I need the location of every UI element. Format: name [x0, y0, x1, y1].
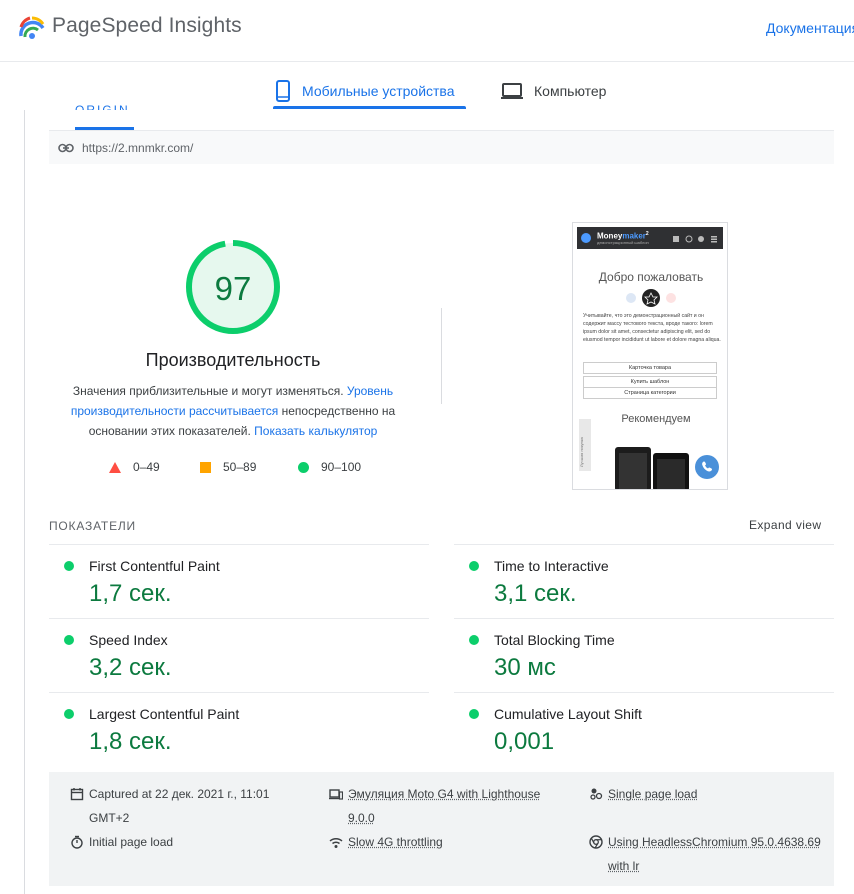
thumbnail-feature-icons [626, 289, 676, 307]
active-tab-indicator [273, 106, 466, 109]
metric-value: 30 мс [494, 654, 556, 681]
wifi-icon [329, 837, 343, 848]
captured-at: Captured at 22 дек. 2021 г., 11:01 GMT+2 [70, 782, 290, 830]
chrome-icon [589, 835, 603, 849]
thumbnail-button-category: Страница категории [583, 387, 717, 399]
performance-score-value: 97 [214, 270, 252, 307]
tab-desktop[interactable]: Компьютер [500, 72, 606, 110]
runtime-settings-panel: Captured at 22 дек. 2021 г., 11:01 GMT+2… [49, 772, 834, 886]
laptop-icon [501, 83, 523, 99]
calendar-icon [70, 788, 84, 801]
app-title: PageSpeed Insights [52, 14, 242, 37]
thumbnail-body-text: Учитывайте, что это демонстрационный сай… [583, 313, 721, 343]
tab-mobile-label: Мобильные устройства [302, 83, 455, 99]
expand-view-button[interactable]: Expand view [749, 518, 821, 532]
url-bar: https://2.mnmkr.com/ [49, 130, 834, 164]
pass-circle-icon [64, 635, 74, 645]
captured-at-text: Captured at 22 дек. 2021 г., 11:01 GMT+2 [89, 787, 270, 825]
timer-icon [71, 835, 83, 849]
metric-largest-contentful-paint[interactable]: Largest Contentful Paint 1,8 сек. [49, 692, 429, 766]
square-icon [200, 461, 211, 473]
emulation-info[interactable]: Эмуляция Moto G4 with Lighthouse 9.0.0 [329, 782, 559, 830]
subtab-origin[interactable]: ORIGIN [75, 100, 130, 110]
page-screenshot-thumbnail: Moneymaker2 демонстрационный шаблон Добр… [572, 222, 728, 490]
metric-name: Time to Interactive [494, 558, 609, 574]
emulation-text: Эмуляция Moto G4 with Lighthouse 9.0.0 [348, 787, 541, 825]
thumbnail-side-label: Лучшая покупка [579, 437, 584, 467]
metric-name: Total Blocking Time [494, 632, 615, 648]
legend-average-range: 50–89 [223, 460, 257, 474]
analyzed-url: https://2.mnmkr.com/ [82, 140, 194, 155]
phone-icon [702, 461, 712, 472]
pass-circle-icon [64, 709, 74, 719]
left-rail-divider [24, 110, 25, 894]
thumbnail-phone-button [695, 455, 719, 479]
pass-circle-icon [469, 561, 479, 571]
documentation-link[interactable]: Документация [766, 20, 854, 36]
browser-info[interactable]: Using HeadlessChromium 95.0.4638.69 with… [589, 830, 829, 878]
thumbnail-button-product: Карточка товара [583, 362, 717, 374]
single-page-load-text: Single page load [608, 787, 698, 801]
site-header-icons [673, 235, 717, 243]
thumbnail-logo-subtitle: демонстрационный шаблон [597, 240, 649, 245]
initial-page-load-text: Initial page load [89, 835, 174, 849]
metric-name: Largest Contentful Paint [89, 706, 240, 722]
tab-desktop-label: Компьютер [534, 83, 607, 99]
vertical-divider [441, 308, 442, 404]
performance-title: Производительность [145, 350, 321, 370]
top-header: PageSpeed Insights Документация [0, 0, 854, 62]
throttling-info[interactable]: Slow 4G throttling [329, 830, 559, 854]
metric-value: 0,001 [494, 728, 555, 755]
legend-pass: 90–100 [298, 460, 361, 474]
metrics-heading: ПОКАЗАТЕЛИ [49, 519, 136, 533]
thumbnail-product-image [615, 447, 689, 489]
legend-fail-range: 0–49 [133, 460, 160, 474]
legend-fail: 0–49 [109, 460, 160, 474]
throttling-text: Slow 4G throttling [348, 835, 443, 849]
metric-total-blocking-time[interactable]: Total Blocking Time 30 мс [454, 618, 834, 692]
metric-value: 1,7 сек. [89, 580, 172, 607]
legend-pass-range: 90–100 [321, 460, 362, 474]
triangle-icon [109, 461, 121, 473]
pass-circle-icon [469, 635, 479, 645]
metric-cumulative-layout-shift[interactable]: Cumulative Layout Shift 0,001 [454, 692, 834, 766]
legend-average: 50–89 [200, 460, 256, 474]
pass-circle-icon [469, 709, 479, 719]
browser-text: Using HeadlessChromium 95.0.4638.69 with… [608, 835, 821, 873]
single-page-load-info[interactable]: Single page load [589, 782, 819, 806]
metric-name: Speed Index [89, 632, 168, 648]
thumbnail-side-tab: Лучшая покупка [579, 419, 591, 471]
metric-name: First Contentful Paint [89, 558, 220, 574]
circle-icon [298, 461, 309, 473]
thumbnail-recommend: Рекомендуем [621, 413, 691, 425]
site-logo-icon [581, 233, 591, 243]
initial-page-load-info: Initial page load [70, 830, 290, 854]
pages-icon [590, 788, 603, 800]
metric-speed-index[interactable]: Speed Index 3,2 сек. [49, 618, 429, 692]
thumbnail-welcome: Добро пожаловать [598, 270, 704, 284]
device-icon [329, 789, 343, 800]
tab-mobile[interactable]: Мобильные устройства [274, 72, 455, 110]
pass-circle-icon [64, 561, 74, 571]
pagespeed-logo-icon[interactable] [18, 14, 46, 42]
link-icon [58, 143, 74, 152]
metric-value: 3,1 сек. [494, 580, 577, 607]
metric-first-contentful-paint[interactable]: First Contentful Paint 1,7 сек. [49, 544, 429, 618]
metric-value: 3,2 сек. [89, 654, 172, 681]
show-calculator-link[interactable]: Показать калькулятор [254, 424, 377, 438]
metric-value: 1,8 сек. [89, 728, 172, 755]
metric-time-to-interactive[interactable]: Time to Interactive 3,1 сек. [454, 544, 834, 618]
description-text-1: Значения приблизительные и могут изменят… [72, 384, 347, 398]
thumbnail-site-header: Moneymaker2 демонстрационный шаблон [577, 227, 723, 249]
performance-description: Значения приблизительные и могут изменят… [60, 381, 406, 441]
smartphone-icon [276, 80, 290, 102]
metric-name: Cumulative Layout Shift [494, 706, 642, 722]
